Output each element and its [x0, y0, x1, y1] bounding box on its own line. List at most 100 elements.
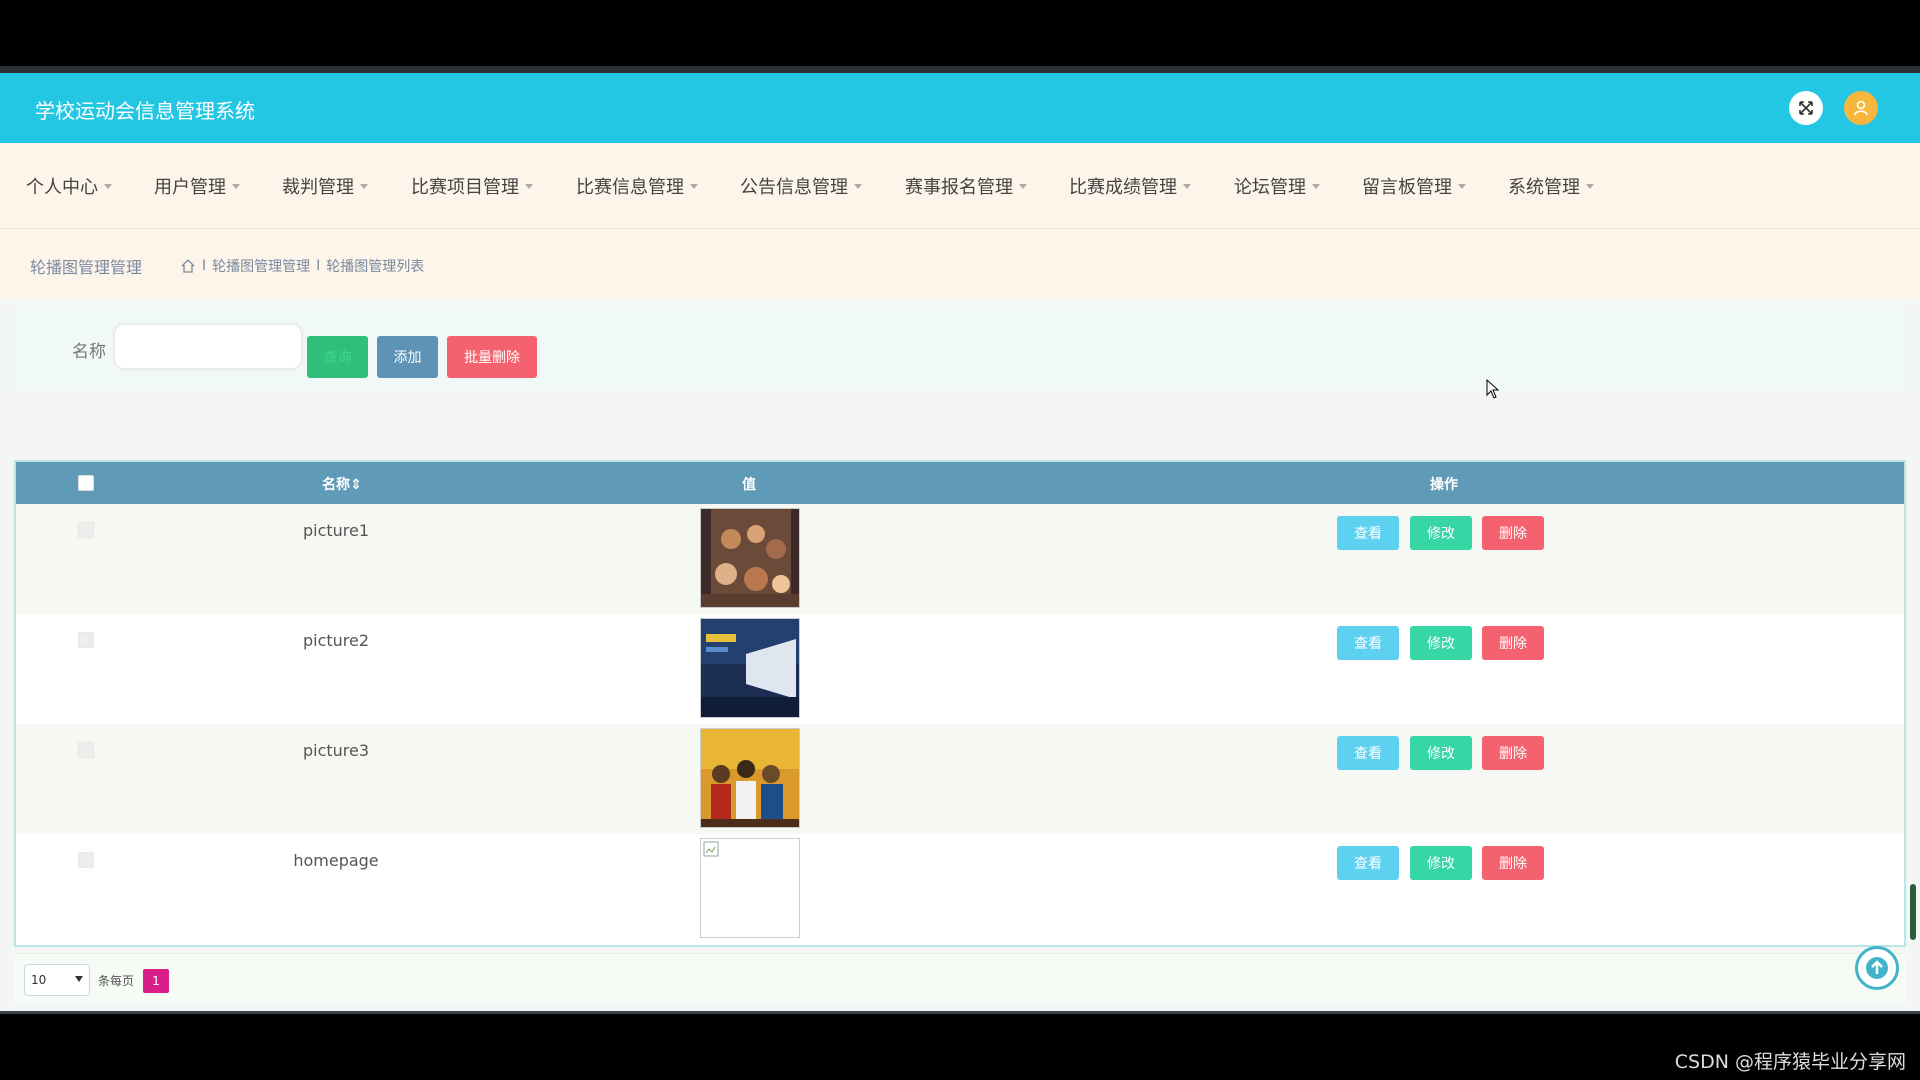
main-nav: 个人中心 用户管理 裁判管理 比赛项目管理 比赛信息管理 公告信息管理 赛事报名…	[0, 143, 1920, 229]
delete-button[interactable]: 删除	[1482, 516, 1544, 550]
table-row: picture3 查看 修改 删除	[16, 724, 1904, 834]
row-image-thumbnail[interactable]	[700, 838, 800, 938]
page-number-current[interactable]: 1	[143, 969, 169, 993]
chevron-down-icon	[1458, 183, 1466, 189]
nav-item-forum[interactable]: 论坛管理	[1234, 143, 1320, 229]
screen: 学校运动会信息管理系统 个人中心 用户管理 裁判管理 比赛项目管理 比赛信息管理…	[0, 0, 1920, 1080]
watermark: CSDN @程序猿毕业分享网	[1674, 1051, 1906, 1073]
breadcrumb-bar: 轮播图管理管理 I 轮播图管理管理 I 轮播图管理列表	[0, 229, 1920, 299]
nav-item-message-board[interactable]: 留言板管理	[1362, 143, 1466, 229]
column-header-value: 值	[742, 477, 756, 493]
back-to-top-button[interactable]	[1855, 946, 1899, 990]
chevron-down-icon	[232, 183, 240, 189]
photo-crowd-icon	[701, 509, 799, 607]
row-image-thumbnail[interactable]	[700, 618, 800, 718]
row-checkbox[interactable]	[78, 742, 94, 758]
nav-label: 留言板管理	[1362, 177, 1452, 198]
nav-label: 个人中心	[26, 177, 98, 198]
sort-icon[interactable]: ⇕	[350, 477, 362, 493]
table-header: 名称⇕ 值 操作	[16, 462, 1904, 504]
name-search-input[interactable]	[114, 324, 302, 369]
chevron-down-icon	[1586, 183, 1594, 189]
table-row: picture1 查看 修改 删除	[16, 504, 1904, 614]
nav-item-referee-management[interactable]: 裁判管理	[282, 143, 368, 229]
nav-item-results[interactable]: 比赛成绩管理	[1069, 143, 1191, 229]
chevron-down-icon	[525, 183, 533, 189]
per-page-label: 条每页	[98, 974, 135, 988]
nav-item-user-management[interactable]: 用户管理	[154, 143, 240, 229]
photo-stage-icon	[701, 619, 799, 717]
taskbar-strip	[0, 1011, 1920, 1014]
user-avatar-button[interactable]	[1844, 91, 1878, 125]
nav-label: 裁判管理	[282, 177, 354, 198]
arrow-up-icon	[1866, 957, 1888, 979]
view-button[interactable]: 查看	[1337, 516, 1399, 550]
scrollbar-thumb[interactable]	[1910, 884, 1916, 940]
nav-item-personal-center[interactable]: 个人中心	[26, 143, 112, 229]
nav-item-competition-info[interactable]: 比赛信息管理	[576, 143, 698, 229]
fullscreen-icon	[1799, 101, 1813, 115]
broken-image-icon	[703, 841, 719, 857]
delete-button[interactable]: 删除	[1482, 846, 1544, 880]
select-all-checkbox[interactable]	[78, 475, 94, 491]
row-name: homepage	[293, 851, 379, 870]
edit-button[interactable]: 修改	[1410, 516, 1472, 550]
mouse-cursor-icon	[1486, 378, 1500, 403]
user-avatar-icon	[1854, 100, 1868, 116]
column-header-actions: 操作	[1430, 477, 1458, 493]
chevron-down-icon	[690, 183, 698, 189]
breadcrumb-level2: 轮播图管理列表	[326, 259, 425, 275]
column-header-label: 名称	[322, 477, 350, 493]
nav-label: 比赛项目管理	[411, 177, 519, 198]
add-button[interactable]: 添加	[377, 336, 438, 378]
nav-item-system[interactable]: 系统管理	[1508, 143, 1594, 229]
nav-label: 用户管理	[154, 177, 226, 198]
nav-label: 系统管理	[1508, 177, 1580, 198]
main-content: 名称 查询 添加 批量删除 名称⇕ 值 操作 picture1 查看 修改 删除…	[0, 299, 1920, 1011]
delete-button[interactable]: 删除	[1482, 736, 1544, 770]
page-size-value: 10	[31, 973, 47, 987]
page-title: 轮播图管理管理	[30, 258, 143, 277]
photo-group-icon	[701, 729, 799, 827]
edit-button[interactable]: 修改	[1410, 736, 1472, 770]
page-size-select[interactable]: 10	[24, 964, 90, 996]
view-button[interactable]: 查看	[1337, 736, 1399, 770]
breadcrumb: I 轮播图管理管理 I 轮播图管理列表	[180, 256, 424, 276]
nav-item-announcements[interactable]: 公告信息管理	[740, 143, 862, 229]
nav-label: 比赛成绩管理	[1069, 177, 1177, 198]
table-row: picture2 查看 修改 删除	[16, 614, 1904, 724]
breadcrumb-separator: I	[202, 258, 207, 274]
chevron-down-icon	[1019, 183, 1027, 189]
edit-button[interactable]: 修改	[1410, 626, 1472, 660]
search-label: 名称	[72, 342, 106, 362]
batch-delete-button[interactable]: 批量删除	[447, 336, 537, 378]
chevron-down-icon	[104, 183, 112, 189]
view-button[interactable]: 查看	[1337, 626, 1399, 660]
data-table: 名称⇕ 值 操作 picture1 查看 修改 删除 picture2 查看 修…	[14, 460, 1906, 947]
chevron-down-icon	[360, 183, 368, 189]
nav-item-registration[interactable]: 赛事报名管理	[905, 143, 1027, 229]
row-checkbox[interactable]	[78, 522, 94, 538]
nav-label: 论坛管理	[1234, 177, 1306, 198]
home-icon[interactable]	[180, 258, 196, 274]
nav-item-event-items[interactable]: 比赛项目管理	[411, 143, 533, 229]
delete-button[interactable]: 删除	[1482, 626, 1544, 660]
edit-button[interactable]: 修改	[1410, 846, 1472, 880]
chevron-down-icon	[75, 976, 83, 982]
row-image-thumbnail[interactable]	[700, 728, 800, 828]
app-title: 学校运动会信息管理系统	[35, 99, 255, 123]
search-button[interactable]: 查询	[307, 336, 368, 378]
row-name: picture3	[302, 741, 370, 760]
nav-label: 赛事报名管理	[905, 177, 1013, 198]
chevron-down-icon	[1312, 183, 1320, 189]
nav-label: 比赛信息管理	[576, 177, 684, 198]
view-button[interactable]: 查看	[1337, 846, 1399, 880]
row-image-thumbnail[interactable]	[700, 508, 800, 608]
row-checkbox[interactable]	[78, 852, 94, 868]
row-name: picture2	[302, 631, 370, 650]
column-header-name[interactable]: 名称⇕	[322, 474, 362, 494]
fullscreen-button[interactable]	[1789, 91, 1823, 125]
row-checkbox[interactable]	[78, 632, 94, 648]
search-form: 名称 查询 添加 批量删除	[14, 309, 1906, 391]
breadcrumb-level1[interactable]: 轮播图管理管理	[212, 256, 310, 276]
